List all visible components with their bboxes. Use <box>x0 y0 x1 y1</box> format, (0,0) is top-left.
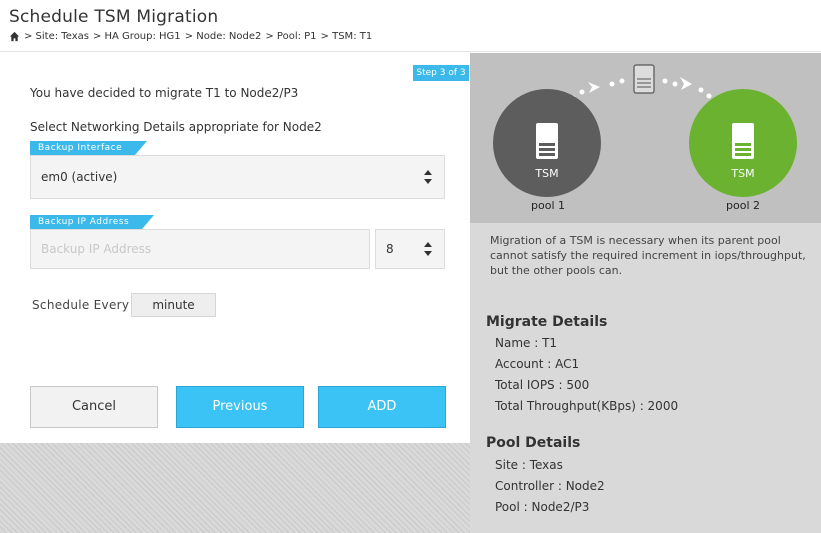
detail-controller: Controller : Node2 <box>495 479 605 493</box>
target-pool-name: pool 2 <box>726 199 760 212</box>
background-hatch <box>0 443 470 533</box>
detail-total-throughput: Total Throughput(KBps) : 2000 <box>495 399 679 413</box>
page-header: Schedule TSM Migration > Site: Texas > H… <box>0 0 821 52</box>
netmask-select[interactable]: 8 <box>375 229 445 269</box>
backup-interface-value: em0 (active) <box>41 170 118 184</box>
schedule-interval-button[interactable]: minute <box>131 293 216 317</box>
breadcrumb-site[interactable]: > Site: Texas <box>24 31 89 42</box>
backup-interface-label: Backup Interface <box>30 141 147 155</box>
select-arrows-icon <box>424 170 432 184</box>
breadcrumb-node[interactable]: > Node: Node2 <box>185 31 262 42</box>
migrate-details-heading: Migrate Details <box>486 314 608 330</box>
breadcrumb-ha-group[interactable]: > HA Group: HG1 <box>93 31 181 42</box>
add-button[interactable]: ADD <box>318 386 446 428</box>
detail-pool: Pool : Node2/P3 <box>495 500 590 514</box>
source-tsm-label: TSM <box>535 167 559 180</box>
target-tsm-label: TSM <box>731 167 755 180</box>
backup-interface-select[interactable]: em0 (active) <box>30 155 445 199</box>
detail-site: Site : Texas <box>495 458 563 472</box>
backup-ip-input[interactable]: Backup IP Address <box>30 229 370 269</box>
cancel-button[interactable]: Cancel <box>30 386 158 428</box>
step-badge: Step 3 of 3 <box>413 65 469 81</box>
detail-account: Account : AC1 <box>495 357 580 371</box>
info-panel: TSM pool 1 TSM pool 2 Migration of a TSM… <box>470 53 821 533</box>
transit-server-icon <box>633 64 655 94</box>
previous-button[interactable]: Previous <box>176 386 304 428</box>
intro-text: You have decided to migrate T1 to Node2/… <box>30 86 299 100</box>
migration-form: Step 3 of 3 You have decided to migrate … <box>0 53 470 443</box>
backup-ip-placeholder: Backup IP Address <box>41 242 152 256</box>
server-icon <box>732 123 754 159</box>
breadcrumb-pool[interactable]: > Pool: P1 <box>265 31 316 42</box>
home-icon[interactable] <box>9 31 20 42</box>
breadcrumb: > Site: Texas > HA Group: HG1 > Node: No… <box>9 31 372 42</box>
source-pool-circle: TSM <box>493 89 601 197</box>
backup-ip-label: Backup IP Address <box>30 215 154 229</box>
netmask-value: 8 <box>386 242 394 256</box>
pool-details-heading: Pool Details <box>486 435 581 451</box>
server-icon <box>536 123 558 159</box>
schedule-label: Schedule Every <box>32 298 130 312</box>
page-title: Schedule TSM Migration <box>9 7 219 27</box>
detail-total-iops: Total IOPS : 500 <box>495 378 590 392</box>
networking-instructions: Select Networking Details appropriate fo… <box>30 120 322 134</box>
migration-diagram: TSM pool 1 TSM pool 2 <box>470 53 821 223</box>
source-pool-name: pool 1 <box>531 199 565 212</box>
detail-name: Name : T1 <box>495 336 558 350</box>
target-pool-circle: TSM <box>689 89 797 197</box>
select-arrows-icon <box>424 242 432 256</box>
migration-description: Migration of a TSM is necessary when its… <box>490 234 806 277</box>
breadcrumb-tsm[interactable]: > TSM: T1 <box>321 31 373 42</box>
